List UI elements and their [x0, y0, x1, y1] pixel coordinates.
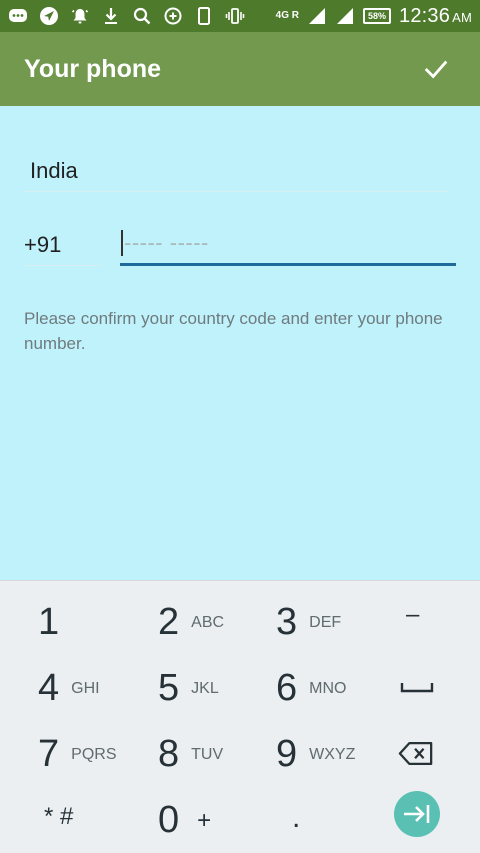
battery-icon: 58% [363, 8, 392, 24]
key-0[interactable]: 0 + [158, 799, 211, 842]
key-star-hash[interactable]: * # [44, 803, 73, 831]
backspace-icon [398, 741, 433, 766]
phone-number-input[interactable]: ----- ----- [120, 218, 456, 266]
done-button[interactable] [416, 49, 456, 89]
data-saver-icon [163, 6, 183, 26]
navigation-icon [39, 6, 59, 26]
download-icon [101, 6, 121, 26]
vibrate-icon [225, 6, 245, 26]
space-icon [400, 683, 434, 693]
numeric-keypad: 1 2 ABC 3 DEF – 4 GHI 5 JKL 6 MNO 7 PQRS 8 TUV … [0, 580, 480, 853]
key-3[interactable]: 3 DEF [276, 601, 341, 644]
key-dash[interactable]: – [406, 601, 419, 629]
check-icon [424, 60, 448, 79]
chat-icon [8, 6, 28, 26]
key-4[interactable]: 4 GHI [38, 667, 100, 710]
signal-icon-2 [335, 6, 355, 26]
signal-icon [307, 6, 327, 26]
key-5[interactable]: 5 JKL [158, 667, 219, 710]
key-9[interactable]: 9 WXYZ [276, 733, 355, 776]
key-dot[interactable]: . [292, 801, 300, 835]
status-bar: 4G R 58% 12:36 AM [0, 0, 480, 32]
app-bar: Your phone [0, 32, 480, 106]
page-title: Your phone [24, 54, 162, 83]
next-button[interactable] [394, 791, 440, 837]
country-name: India [30, 158, 78, 183]
hint-text: Please confirm your country code and ent… [24, 309, 443, 353]
phone-icon [194, 6, 214, 26]
arrow-right-bar-icon [404, 805, 430, 823]
key-7[interactable]: 7 PQRS [38, 733, 116, 776]
phone-placeholder: ----- ----- [124, 230, 209, 255]
key-backspace[interactable] [398, 741, 434, 766]
key-space[interactable] [400, 681, 434, 695]
key-6[interactable]: 6 MNO [276, 667, 346, 710]
network-type: 4G R [275, 10, 300, 21]
text-cursor [121, 230, 123, 256]
country-selector[interactable]: India [24, 144, 448, 192]
key-2[interactable]: 2 ABC [158, 601, 224, 644]
country-code-value: +91 [24, 232, 62, 257]
search-icon [132, 6, 152, 26]
alarm-icon [70, 6, 90, 26]
key-8[interactable]: 8 TUV [158, 733, 223, 776]
country-code-field[interactable]: +91 [24, 218, 102, 266]
key-1[interactable]: 1 [38, 601, 59, 644]
clock: 12:36 AM [399, 4, 472, 27]
